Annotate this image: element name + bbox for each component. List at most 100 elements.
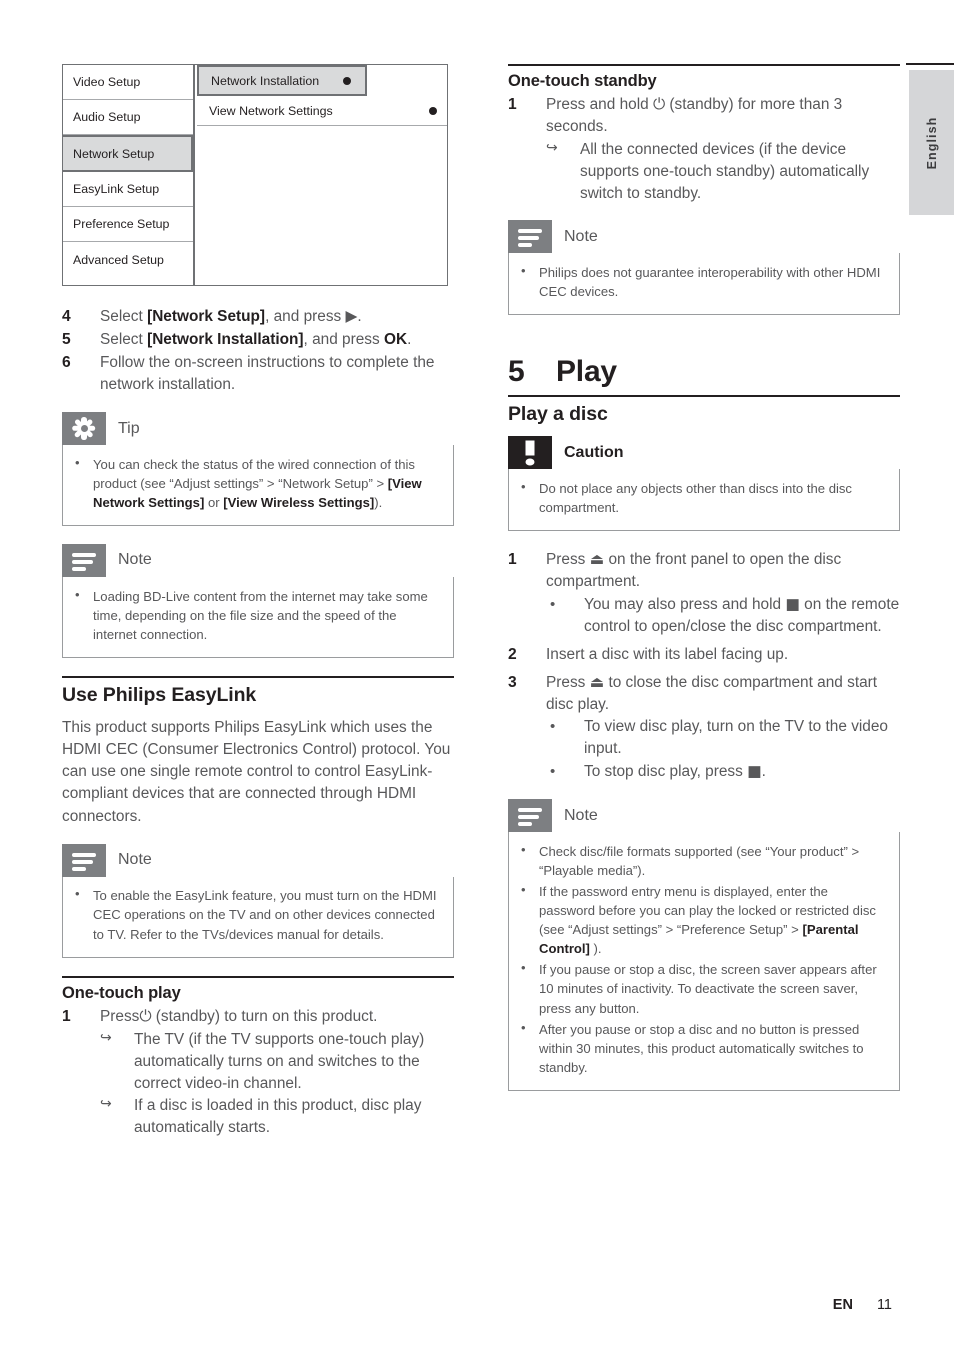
step-4: 4 Select [Network Setup], and press ▶. (62, 306, 454, 328)
osd-item-view-network-settings[interactable]: View Network Settings (197, 96, 447, 126)
osd-item-video-setup[interactable]: Video Setup (63, 65, 193, 100)
step-text-pre: Press (546, 673, 590, 691)
list-item: • Check disc/file formats supported (see… (521, 842, 885, 880)
tip-callout-body: • You can check the status of the wired … (62, 443, 454, 526)
osd-item-advanced-setup[interactable]: Advanced Setup (63, 242, 193, 277)
bullet-icon: • (550, 595, 556, 613)
page-footer: EN 11 (0, 1297, 954, 1313)
sub-text: You may also press and hold ■ on the rem… (584, 594, 900, 638)
left-column: Video Setup Audio Setup Network Setup Ea… (62, 64, 454, 1139)
step-number: 4 (62, 308, 71, 325)
step-text: Press ⏏ to close the disc compartment an… (546, 672, 900, 716)
note-callout-title: Note (552, 799, 900, 833)
heading-one-touch-standby: One-touch standby (508, 72, 657, 90)
sub-text-post: . (761, 763, 766, 781)
stop-icon: ■ (747, 762, 762, 781)
chapter-number: 5 (508, 355, 525, 389)
note-callout-title: Note (106, 543, 454, 577)
step-text: Follow the on-screen instructions to com… (100, 354, 435, 394)
caution-text: Do not place any objects other than disc… (539, 480, 852, 515)
bullet-dot-icon (343, 76, 351, 85)
note-text: If the password entry menu is displayed,… (539, 882, 885, 958)
caution-callout: Caution • Do not place any objects other… (508, 436, 900, 532)
list-item: • You can check the status of the wired … (75, 455, 439, 512)
result-text: The TV (if the TV supports one-touch pla… (134, 1030, 425, 1092)
tip-callout-header: Tip (62, 412, 454, 446)
eject-icon: ⏏ (589, 550, 605, 569)
bullet-icon: • (550, 763, 556, 781)
step-text: Insert a disc with its label facing up. (546, 645, 789, 663)
caution-callout-title: Caution (552, 436, 900, 470)
list-item: • Philips does not guarantee interoperab… (521, 263, 885, 301)
heading-one-touch-play: One-touch play (62, 983, 181, 1002)
language-tab-label: English (924, 116, 939, 169)
section-divider (62, 975, 454, 978)
standby-icon: ⏻ (139, 1006, 152, 1025)
easylink-paragraph: This product supports Philips EasyLink w… (62, 718, 451, 825)
note-callout-bdlive: Note • Loading BD-Live content from the … (62, 543, 454, 658)
step-number: 3 (508, 673, 517, 691)
step-3-substeps: • To view disc play, turn on the TV to t… (508, 716, 900, 783)
step-text-pre: Press (546, 551, 590, 569)
network-setup-steps: 4 Select [Network Setup], and press ▶. 5… (62, 306, 454, 396)
step-text: Press ⏏ on the front panel to open the d… (546, 549, 900, 593)
osd-item-network-installation[interactable]: Network Installation (197, 65, 367, 96)
result-text: If a disc is loaded in this product, dis… (134, 1097, 422, 1137)
step-keyword: [Network Setup] (147, 308, 266, 325)
list-item: • To enable the EasyLink feature, you mu… (75, 886, 439, 943)
step-text: Press and hold ⏻ (standby) for more than… (546, 94, 900, 138)
hook-arrow-icon: ↪ (100, 1029, 112, 1046)
osd-menu-left-pane: Video Setup Audio Setup Network Setup Ea… (63, 65, 195, 285)
note-icon (62, 843, 106, 877)
hook-arrow-icon: ↪ (546, 139, 558, 156)
list-item: • Do not place any objects other than di… (521, 479, 885, 517)
list-item: • Loading BD-Live content from the inter… (75, 587, 439, 644)
bullet-icon: • (521, 262, 526, 278)
section-divider (508, 64, 900, 66)
osd-item-network-setup[interactable]: Network Setup (63, 135, 193, 172)
bullet-icon: • (521, 841, 526, 857)
chapter-heading: 5 Play (508, 355, 900, 389)
sub-text-pre: You may also press and hold (584, 595, 786, 613)
step-1-open-compartment: 1 Press ⏏ on the front panel to open the… (508, 549, 900, 638)
sub-text: To stop disc play, press ■. (584, 761, 900, 783)
note-icon (508, 220, 552, 254)
osd-item-audio-setup[interactable]: Audio Setup (63, 100, 193, 135)
list-item: • After you pause or stop a disc and no … (521, 1020, 885, 1077)
note-text-part2: ). (589, 941, 602, 957)
step-number: 2 (508, 645, 517, 663)
step-text: Press⏻ (standby) to turn on this product… (100, 1006, 454, 1028)
step-1-substeps: • You may also press and hold ■ on the r… (508, 594, 900, 638)
note-text: After you pause or stop a disc and no bu… (539, 1021, 864, 1075)
bullet-icon: • (75, 886, 80, 902)
note-callout-disc-playback: Note • Check disc/file formats supported… (508, 799, 900, 1091)
osd-item-easylink-setup[interactable]: EasyLink Setup (63, 172, 193, 207)
note-callout-header: Note (62, 543, 454, 577)
language-tab-rule (906, 63, 954, 65)
osd-item-view-network-settings-label: View Network Settings (209, 103, 333, 118)
step-text-pre: Press and hold (546, 96, 653, 113)
chapter-divider (508, 395, 900, 398)
step-text-mid: , and press (303, 331, 384, 349)
note-text: Check disc/file formats supported (see “… (539, 843, 860, 878)
step-number: 1 (62, 1007, 71, 1025)
list-item: • If you pause or stop a disc, the scree… (521, 960, 885, 1017)
sub-text-pre: To stop disc play, press (584, 763, 748, 781)
note-callout-body: • Philips does not guarantee interoperab… (508, 251, 900, 316)
sub-item: • You may also press and hold ■ on the r… (546, 594, 900, 638)
note-text: To enable the EasyLink feature, you must… (93, 888, 437, 942)
caution-callout-body: • Do not place any objects other than di… (508, 467, 900, 532)
step-text-pre: Select (100, 331, 148, 349)
step-keyword: [Network Installation] (147, 331, 304, 349)
tip-text-part1: You can check the status of the wired co… (93, 456, 415, 491)
step-text-post: . (407, 331, 412, 349)
result-item: ↪ All the connected devices (if the devi… (546, 139, 900, 205)
bullet-dot-icon (429, 106, 437, 115)
tip-text: You can check the status of the wired co… (93, 455, 439, 512)
note-callout-header: Note (508, 799, 900, 833)
step-text-pre: Select (100, 308, 148, 325)
caution-callout-header: Caution (508, 436, 900, 470)
result-item: ↪ If a disc is loaded in this product, d… (100, 1095, 454, 1139)
note-icon (508, 799, 552, 833)
osd-item-preference-setup[interactable]: Preference Setup (63, 207, 193, 242)
